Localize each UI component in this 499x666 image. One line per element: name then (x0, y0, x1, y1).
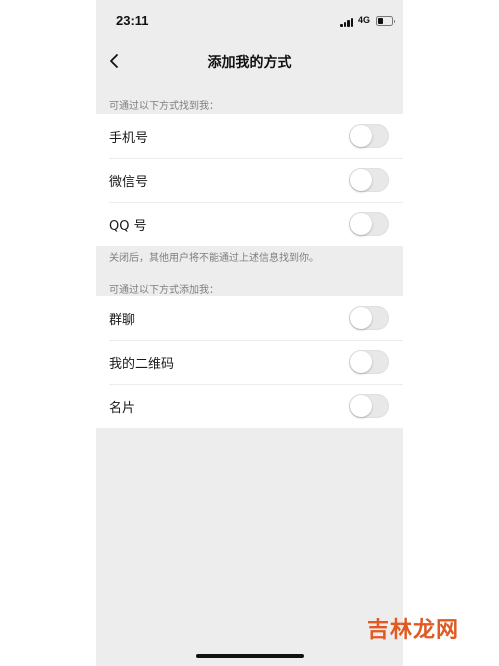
group-chat-toggle[interactable] (349, 306, 389, 330)
phone-toggle[interactable] (349, 124, 389, 148)
wechat-id-toggle[interactable] (349, 168, 389, 192)
qr-code-label: 我的二维码 (109, 357, 175, 372)
list-item-qr-code: 我的二维码 (96, 340, 403, 384)
find-options-group: 手机号 微信号 QQ 号 (96, 114, 403, 246)
business-card-toggle[interactable] (349, 394, 389, 418)
qq-toggle[interactable] (349, 212, 389, 236)
business-card-label: 名片 (109, 401, 136, 416)
list-item-business-card: 名片 (96, 384, 403, 428)
page-title: 添加我的方式 (207, 55, 292, 71)
list-item-phone: 手机号 (96, 114, 403, 158)
phone-label: 手机号 (109, 131, 149, 146)
find-section-footnote: 关闭后，其他用户将不能通过上述信息找到你。 (109, 253, 319, 264)
nav-bar: 添加我的方式 (96, 44, 403, 80)
list-item-group-chat: 群聊 (96, 296, 403, 340)
phone-screen: 23:11 4G 添加我的方式 可通过以下方式找到我： 手机号 微信号 QQ 号 (96, 0, 403, 666)
status-bar: 23:11 4G (96, 0, 403, 44)
group-chat-label: 群聊 (109, 313, 136, 328)
add-options-group: 群聊 我的二维码 名片 (96, 296, 403, 428)
add-section-header: 可通过以下方式添加我： (109, 285, 219, 296)
signal-icon (340, 17, 354, 27)
wechat-id-label: 微信号 (109, 175, 149, 190)
battery-icon (376, 16, 395, 26)
find-section-header: 可通过以下方式找到我： (109, 101, 219, 112)
qr-code-toggle[interactable] (349, 350, 389, 374)
network-type: 4G (358, 15, 371, 25)
qq-label: QQ 号 (109, 219, 147, 234)
list-item-wechat-id: 微信号 (96, 158, 403, 202)
home-indicator[interactable] (196, 654, 304, 658)
list-item-qq: QQ 号 (96, 202, 403, 246)
watermark: 吉林龙网 (366, 618, 459, 643)
status-time: 23:11 (116, 13, 149, 28)
